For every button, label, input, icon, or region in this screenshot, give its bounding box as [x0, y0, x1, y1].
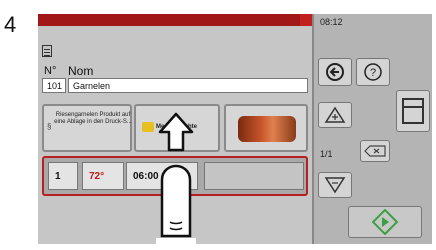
- delete-button[interactable]: [360, 140, 390, 162]
- up-triangle-icon: [324, 106, 346, 123]
- clock: 08:12: [320, 17, 343, 27]
- product-label: Riesengarnelen Produkt auf eine Ablage i…: [54, 112, 132, 125]
- svg-text:?: ?: [370, 67, 376, 79]
- down-triangle-icon: [324, 177, 346, 194]
- help-button[interactable]: ?: [356, 58, 390, 86]
- temperature-value: 72°: [82, 162, 124, 190]
- top-bar: [38, 14, 308, 26]
- device-screen: N° Nom 101 Garnelen § Riesengarnelen Pro…: [38, 14, 432, 244]
- food-image: [238, 116, 296, 142]
- back-button[interactable]: [318, 58, 352, 86]
- tray-button[interactable]: [396, 90, 430, 132]
- scroll-up-button[interactable]: [318, 102, 352, 128]
- step-number: 4: [4, 12, 17, 37]
- start-button[interactable]: [348, 206, 422, 238]
- page-indicator: 1/1: [320, 149, 333, 159]
- shrimp-icon: §: [47, 122, 52, 131]
- slot-number: 1: [48, 162, 78, 190]
- name-field[interactable]: Garnelen: [68, 78, 308, 93]
- product-button-image[interactable]: [224, 104, 308, 152]
- scroll-down-button[interactable]: [318, 172, 352, 198]
- name-label: Nom: [68, 64, 94, 78]
- top-bar-accent: [300, 14, 312, 26]
- hand-pointer-illustration: [156, 112, 196, 246]
- number-label: N°: [44, 65, 57, 77]
- tray-icon: [402, 98, 424, 124]
- document-icon[interactable]: [42, 45, 52, 57]
- product-button-riesengarnelen[interactable]: § Riesengarnelen Produkt auf eine Ablage…: [42, 104, 132, 152]
- help-icon: ?: [364, 63, 382, 81]
- back-arrow-icon: [326, 63, 344, 81]
- right-sidebar: 08:12 ? 1/1: [312, 14, 432, 244]
- number-field[interactable]: 101: [42, 78, 66, 93]
- start-diamond-icon: [372, 209, 398, 235]
- backspace-icon: [364, 145, 386, 157]
